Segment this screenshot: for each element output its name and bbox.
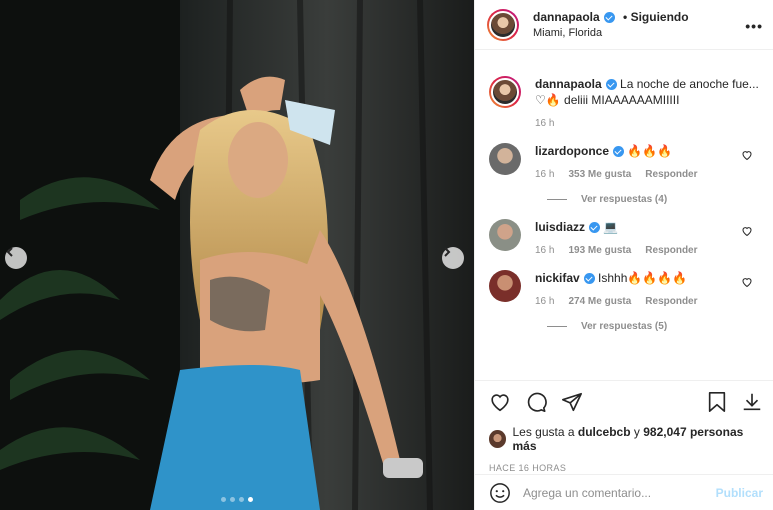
carousel-dot [221, 497, 226, 502]
comment-time[interactable]: 16 h [535, 296, 554, 307]
commenter-avatar[interactable] [489, 143, 521, 175]
share-paper-plane-icon[interactable] [561, 391, 583, 413]
verified-icon [589, 221, 601, 233]
follow-separator: • [623, 10, 628, 24]
chevron-left-icon [6, 247, 13, 257]
comment-likes[interactable]: 274 Me gusta [568, 296, 631, 307]
comment-text: 💻 [603, 220, 619, 234]
chevron-right-icon [444, 247, 451, 257]
post-location[interactable]: Miami, Florida [533, 27, 689, 39]
comment-text: 🔥🔥🔥 [627, 144, 673, 158]
carousel-dot [239, 497, 244, 502]
post-timestamp[interactable]: HACE 16 HORAS [489, 463, 763, 473]
verified-icon [613, 145, 625, 157]
post-caption: dannapaola La noche de anoche fue... ♡🔥 … [489, 76, 761, 129]
like-heart-icon[interactable] [489, 391, 511, 413]
comment-text: Ishhh🔥🔥🔥🔥 [598, 271, 688, 285]
reply-button[interactable]: Responder [645, 296, 697, 307]
comment-time[interactable]: 16 h [535, 245, 554, 256]
verified-icon [603, 11, 615, 23]
like-comment-heart-icon[interactable] [741, 276, 753, 288]
post-actions: Les gusta a dulcebcb y 982,047 personas … [475, 380, 773, 473]
comment-likes[interactable]: 193 Me gusta [568, 245, 631, 256]
post-photo[interactable] [0, 0, 474, 510]
comment-item: luisdiazz 💻 16 h 193 Me gusta Responder [489, 219, 761, 256]
follow-label: Siguiendo [630, 10, 689, 24]
likes-conjunction: y [633, 425, 640, 439]
liker-username[interactable]: dulcebcb [578, 425, 631, 439]
author-avatar[interactable] [487, 8, 519, 41]
download-icon[interactable] [741, 391, 763, 413]
caption-username[interactable]: dannapaola [535, 76, 617, 92]
verified-icon [583, 272, 595, 284]
like-comment-heart-icon[interactable] [741, 149, 753, 161]
next-photo-button[interactable] [442, 247, 464, 269]
photo-image [0, 0, 474, 510]
post-header: dannapaola • Siguiendo Miami, Florida ••… [475, 0, 773, 50]
post-side-panel: dannapaola • Siguiendo Miami, Florida ••… [474, 0, 773, 510]
add-comment-bar: Publicar [475, 474, 773, 510]
likes-prefix: Les gusta a [512, 425, 575, 439]
likes-summary: Les gusta a dulcebcb y 982,047 personas … [489, 425, 763, 453]
carousel-dot [230, 497, 235, 502]
comment-bubble-icon[interactable] [525, 391, 547, 413]
reply-button[interactable]: Responder [645, 169, 697, 180]
follow-status[interactable]: • Siguiendo [623, 10, 689, 24]
commenter-username[interactable]: nickifav [535, 270, 595, 286]
add-comment-input[interactable] [523, 485, 716, 500]
commenter-username[interactable]: luisdiazz [535, 219, 601, 235]
publish-button[interactable]: Publicar [716, 486, 763, 500]
more-options-icon[interactable]: ••• [745, 18, 763, 34]
previous-photo-button[interactable] [5, 247, 27, 269]
commenter-avatar[interactable] [489, 270, 521, 302]
carousel-dot-active [248, 497, 253, 502]
emoji-smiley-icon[interactable] [489, 482, 511, 504]
like-comment-heart-icon[interactable] [741, 225, 753, 237]
comments-list[interactable]: dannapaola La noche de anoche fue... ♡🔥 … [475, 62, 773, 378]
save-bookmark-icon[interactable] [707, 391, 727, 413]
reply-button[interactable]: Responder [645, 245, 697, 256]
verified-icon [605, 78, 617, 90]
comment-time[interactable]: 16 h [535, 169, 554, 180]
comment-item: lizardoponce 🔥🔥🔥 16 h 353 Me gusta Respo… [489, 143, 761, 180]
commenter-username[interactable]: lizardoponce [535, 143, 625, 159]
view-replies-button[interactable]: Ver respuestas (5) [547, 321, 761, 332]
caption-avatar[interactable] [489, 76, 521, 108]
commenter-avatar[interactable] [489, 219, 521, 251]
liker-avatar[interactable] [489, 430, 507, 448]
comment-likes[interactable]: 353 Me gusta [568, 169, 631, 180]
carousel-indicator [0, 497, 474, 502]
comment-item: nickifav Ishhh🔥🔥🔥🔥 16 h 274 Me gusta Res… [489, 270, 761, 307]
view-replies-button[interactable]: Ver respuestas (4) [547, 194, 761, 205]
author-username[interactable]: dannapaola [533, 10, 615, 24]
caption-time[interactable]: 16 h [535, 118, 554, 129]
